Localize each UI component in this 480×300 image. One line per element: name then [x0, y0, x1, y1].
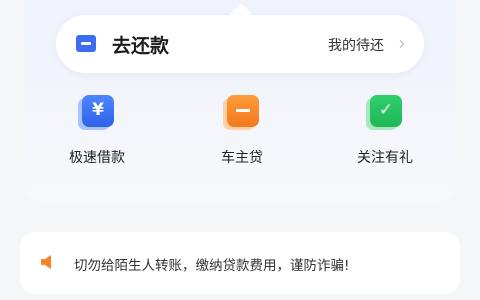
- chevron-right-icon: ›: [398, 31, 406, 55]
- yuan-icon: ¥: [82, 95, 114, 127]
- shortcut-follow-gift[interactable]: ✓ 关注有礼: [335, 95, 435, 175]
- car-icon: [227, 95, 259, 127]
- repay-bar[interactable]: 去还款 我的待还 ›: [56, 15, 424, 73]
- speaker-icon: [41, 255, 51, 269]
- shortcut-label: 极速借款: [69, 150, 125, 166]
- repay-title: 去还款: [112, 35, 170, 57]
- shortcut-label: 关注有礼: [357, 150, 413, 166]
- shortcut-label: 车主贷: [221, 150, 263, 166]
- check-icon: ✓: [370, 95, 402, 127]
- card-icon: [76, 35, 96, 52]
- shortcut-fast-loan[interactable]: ¥ 极速借款: [47, 95, 147, 175]
- my-pending-repayment-link[interactable]: 我的待还: [328, 35, 384, 55]
- pointer-notch: [229, 3, 253, 15]
- anti-fraud-notice: 切勿给陌生人转账，缴纳贷款费用，谨防诈骗!: [20, 232, 460, 294]
- notice-text: 切勿给陌生人转账，缴纳贷款费用，谨防诈骗!: [74, 258, 350, 274]
- shortcut-car-owner-loan[interactable]: 车主贷: [192, 95, 292, 175]
